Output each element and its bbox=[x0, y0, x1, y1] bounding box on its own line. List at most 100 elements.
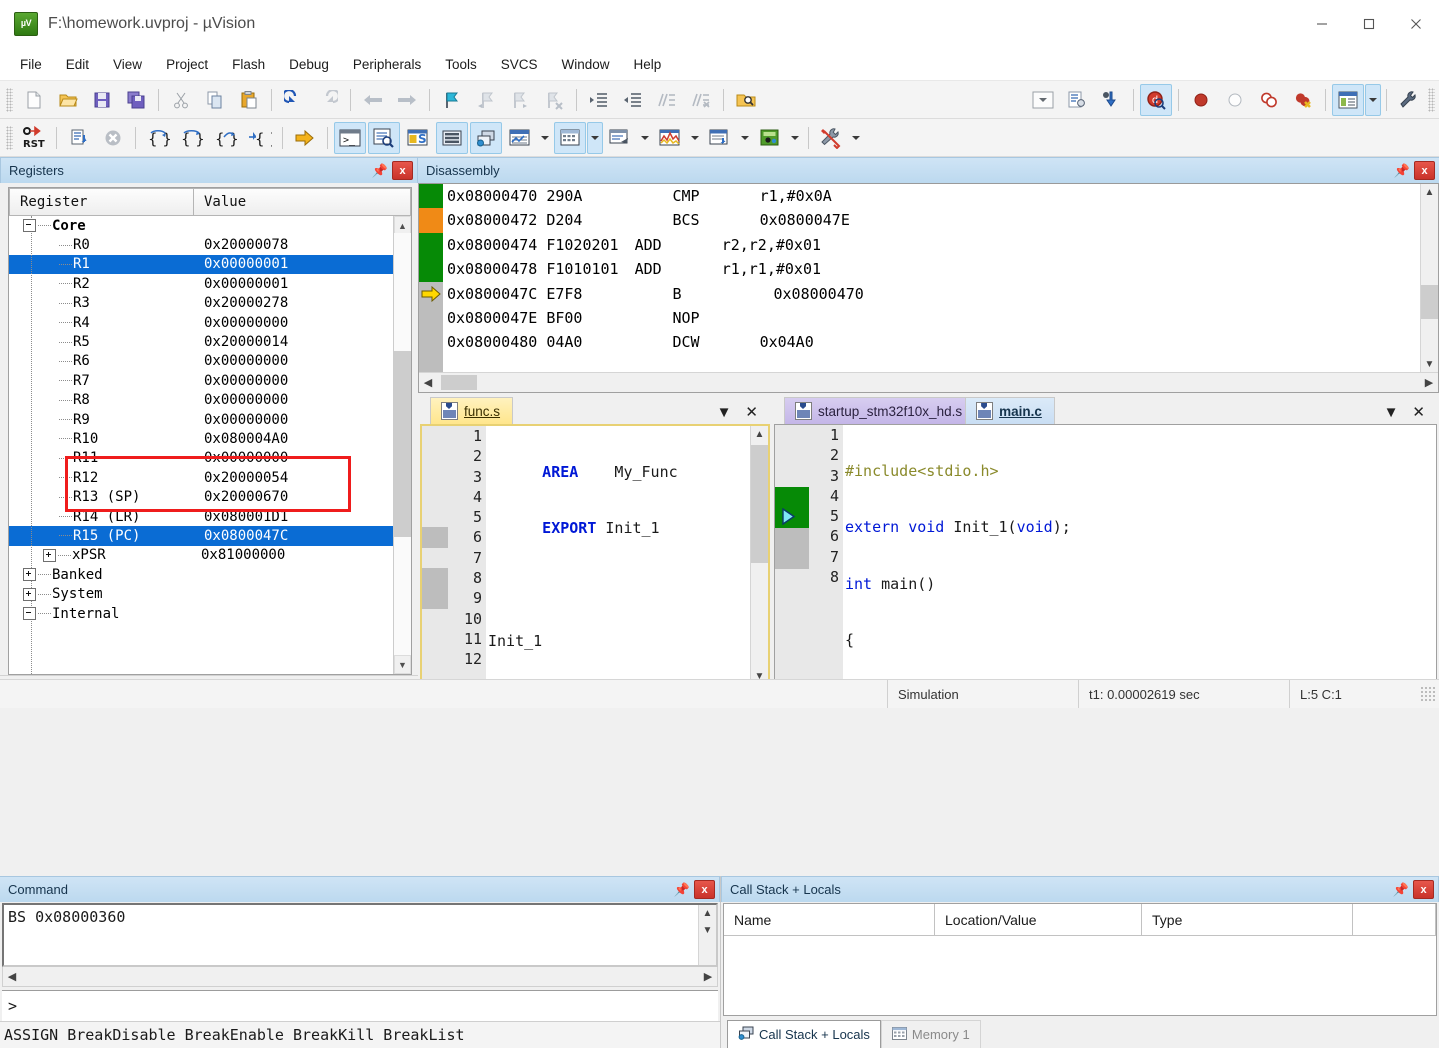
tab-list-icon[interactable]: ▼ bbox=[1384, 404, 1399, 421]
registers-window-icon[interactable] bbox=[436, 121, 468, 154]
find-in-files-icon[interactable] bbox=[730, 84, 762, 116]
resize-grip-icon[interactable] bbox=[1420, 686, 1436, 702]
scroll-left-icon[interactable]: ◀ bbox=[419, 376, 437, 389]
menu-help[interactable]: Help bbox=[622, 52, 674, 77]
table-row[interactable]: R0 0x20000078 bbox=[9, 235, 411, 254]
insert-breakpoint-icon[interactable] bbox=[1185, 84, 1217, 116]
tab-list-icon[interactable]: ▼ bbox=[717, 404, 732, 421]
scroll-up-icon[interactable]: ▲ bbox=[1421, 184, 1438, 201]
debug-settings-icon[interactable] bbox=[1095, 84, 1127, 116]
close-icon[interactable]: x bbox=[1414, 161, 1435, 180]
command-window-icon[interactable]: >_ bbox=[334, 121, 366, 154]
list-item[interactable]: 0x0800047C E7F8 B 0x08000470 bbox=[447, 282, 1438, 306]
save-icon[interactable] bbox=[86, 84, 118, 116]
menu-tools[interactable]: Tools bbox=[433, 52, 489, 77]
menu-window[interactable]: Window bbox=[549, 52, 621, 77]
callstack-empty-rows[interactable] bbox=[724, 936, 1436, 1015]
table-row[interactable]: Internal bbox=[9, 604, 411, 623]
menu-file[interactable]: File bbox=[8, 52, 54, 77]
scrollbar-track[interactable] bbox=[751, 443, 768, 668]
new-file-icon[interactable] bbox=[18, 84, 50, 116]
table-row[interactable]: Core bbox=[9, 216, 411, 235]
scrollbar-track[interactable] bbox=[1421, 201, 1438, 356]
tab-main-c[interactable]: main.c bbox=[965, 397, 1055, 424]
disassembly-gutter[interactable] bbox=[419, 184, 443, 392]
table-row[interactable]: R2 0x00000001 bbox=[9, 274, 411, 293]
table-row[interactable]: System bbox=[9, 584, 411, 603]
toolbar-grip[interactable] bbox=[6, 87, 13, 112]
scroll-down-icon[interactable]: ▼ bbox=[699, 922, 716, 939]
table-row[interactable]: R7 0x00000000 bbox=[9, 371, 411, 390]
trace-windows-caret-icon[interactable] bbox=[737, 122, 753, 154]
table-row[interactable]: R9 0x00000000 bbox=[9, 410, 411, 429]
column-header-type[interactable]: Type bbox=[1142, 904, 1353, 936]
memory-windows-caret-icon[interactable] bbox=[587, 121, 603, 154]
table-row[interactable]: R14 (LR) 0x080001D1 bbox=[9, 507, 411, 526]
table-row[interactable]: R1 0x00000001 bbox=[9, 254, 411, 275]
list-item[interactable]: 0x08000470 290A CMP r1,#0x0A bbox=[447, 184, 1438, 208]
tab-memory-1[interactable]: Memory 1 bbox=[880, 1020, 981, 1048]
disassembly-view[interactable]: 0x08000470 290A CMP r1,#0x0A 0x08000472 D2… bbox=[418, 183, 1439, 393]
tab-startup-stm32f10x-hd-s[interactable]: startup_stm32f10x_hd.s bbox=[784, 397, 976, 424]
list-item[interactable]: 0x08000474 F1020201 ADD r2,r2,#0x01 bbox=[447, 233, 1438, 257]
disassembly-horizontal-scrollbar[interactable]: ◀ ▶ bbox=[419, 372, 1438, 392]
table-row[interactable]: R10 0x080004A0 bbox=[9, 429, 411, 448]
dropdown-box-icon[interactable] bbox=[1027, 84, 1059, 116]
disassembly-vertical-scrollbar[interactable]: ▲ ▼ bbox=[1420, 184, 1438, 373]
scroll-right-icon[interactable]: ▶ bbox=[699, 970, 717, 983]
reset-cpu-icon[interactable]: RST bbox=[18, 122, 50, 154]
system-viewer-caret-icon[interactable] bbox=[787, 122, 803, 154]
close-icon[interactable]: x bbox=[1413, 880, 1434, 899]
kill-all-breakpoints-icon[interactable] bbox=[1287, 84, 1319, 116]
expander-plus-icon[interactable] bbox=[43, 548, 56, 562]
expander-plus-icon[interactable] bbox=[23, 568, 36, 582]
scrollbar-track[interactable] bbox=[437, 375, 1420, 390]
menu-project[interactable]: Project bbox=[154, 52, 220, 77]
pin-icon[interactable]: 📌 bbox=[371, 162, 389, 180]
pin-icon[interactable]: 📌 bbox=[1393, 162, 1411, 180]
step-out-icon[interactable]: { } bbox=[210, 122, 242, 154]
scroll-up-icon[interactable]: ▲ bbox=[699, 905, 716, 922]
expander-plus-icon[interactable] bbox=[23, 587, 36, 601]
registers-vertical-scrollbar[interactable]: ▲ ▼ bbox=[393, 216, 411, 674]
pin-icon[interactable]: 📌 bbox=[673, 881, 691, 899]
table-row[interactable]: R12 0x20000054 bbox=[9, 468, 411, 487]
maximize-button[interactable] bbox=[1345, 0, 1392, 47]
navigate-forward-icon[interactable] bbox=[391, 84, 423, 116]
disable-breakpoint-icon[interactable] bbox=[1219, 84, 1251, 116]
indent-left-icon[interactable] bbox=[617, 84, 649, 116]
call-stack-window-icon[interactable] bbox=[470, 121, 502, 154]
toolbar-grip[interactable] bbox=[6, 125, 13, 150]
menu-edit[interactable]: Edit bbox=[54, 52, 101, 77]
memory-windows-icon[interactable] bbox=[554, 121, 586, 154]
scrollbar-thumb[interactable] bbox=[394, 351, 411, 537]
tab-call-stack-locals[interactable]: Call Stack + Locals bbox=[727, 1020, 881, 1048]
menu-view[interactable]: View bbox=[101, 52, 154, 77]
scrollbar-thumb[interactable] bbox=[751, 445, 768, 563]
manage-windows-caret-icon[interactable] bbox=[1365, 83, 1381, 116]
tab-func-s[interactable]: func.s bbox=[430, 397, 514, 424]
serial-windows-caret-icon[interactable] bbox=[637, 122, 653, 154]
menu-flash[interactable]: Flash bbox=[220, 52, 277, 77]
table-row[interactable]: R8 0x00000000 bbox=[9, 391, 411, 410]
close-icon[interactable]: x bbox=[392, 161, 413, 180]
menu-debug[interactable]: Debug bbox=[277, 52, 341, 77]
menu-peripherals[interactable]: Peripherals bbox=[341, 52, 433, 77]
manage-windows-icon[interactable] bbox=[1332, 83, 1364, 116]
column-header-register[interactable]: Register bbox=[9, 188, 194, 216]
pin-icon[interactable]: 📌 bbox=[1392, 881, 1410, 899]
paste-icon[interactable] bbox=[233, 84, 265, 116]
navigate-back-icon[interactable] bbox=[357, 84, 389, 116]
undo-icon[interactable] bbox=[278, 84, 310, 116]
scrollbar-thumb[interactable] bbox=[441, 375, 477, 390]
trace-windows-icon[interactable] bbox=[704, 122, 736, 154]
list-item[interactable]: 0x08000480 04A0 DCW 0x04A0 bbox=[447, 330, 1438, 354]
column-header-location-value[interactable]: Location/Value bbox=[935, 904, 1142, 936]
command-input-row[interactable]: > bbox=[2, 990, 718, 1021]
close-button[interactable] bbox=[1392, 0, 1439, 47]
scrollbar-track[interactable] bbox=[21, 969, 699, 984]
configure-icon[interactable] bbox=[1061, 84, 1093, 116]
cut-icon[interactable] bbox=[165, 84, 197, 116]
disassembly-window-icon[interactable] bbox=[368, 121, 400, 154]
start-stop-debug-icon[interactable]: d bbox=[1140, 83, 1172, 116]
